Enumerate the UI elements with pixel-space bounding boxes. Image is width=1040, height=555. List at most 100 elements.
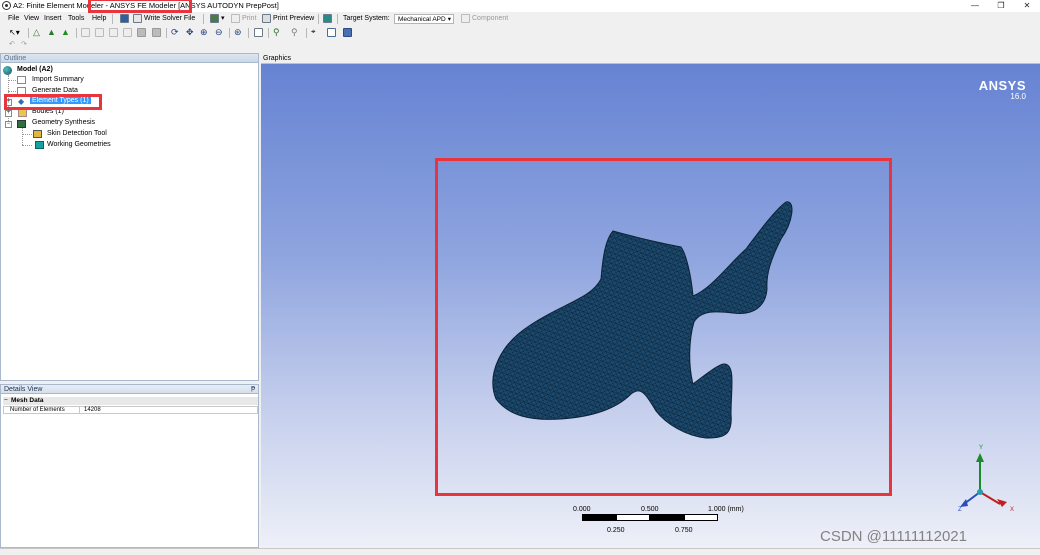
skin-detection-icon	[33, 130, 42, 138]
menu-insert[interactable]: Insert	[44, 15, 62, 22]
details-table: − Mesh Data Number of Elements 14208	[0, 394, 259, 548]
app-icon	[2, 1, 11, 10]
menu-tools[interactable]: Tools	[68, 15, 84, 22]
bodies-icon	[18, 109, 27, 117]
separator	[166, 28, 167, 38]
graphics-viewport[interactable]: ANSYS 16.0 0.000 0.500 1.000 (mm) 0.250 …	[261, 64, 1040, 548]
undo-icon[interactable]: ↶	[9, 40, 15, 48]
triad-y-arrow	[976, 453, 984, 462]
outline-title: Outline	[4, 55, 27, 62]
tree-connector	[22, 128, 23, 145]
tree-item-skin-detection-tool[interactable]: Skin Detection Tool	[47, 130, 107, 137]
camera-icon[interactable]	[323, 14, 332, 23]
working-geometries-icon	[35, 141, 44, 149]
show-all-icon[interactable]	[152, 28, 161, 37]
print-icon	[231, 14, 240, 23]
details-value: 14208	[84, 407, 101, 413]
tree-root-model[interactable]: Model (A2)	[17, 66, 53, 73]
scale-segment	[684, 514, 718, 521]
separator	[337, 14, 338, 24]
status-bar	[0, 548, 1040, 555]
menu-file[interactable]: File	[8, 15, 19, 22]
expand-bodies-icon[interactable]: +	[5, 110, 12, 117]
watermark: CSDN @11111112021	[820, 528, 967, 545]
menu-help[interactable]: Help	[92, 15, 106, 22]
outline-panel-header: Outline	[0, 53, 259, 63]
print-preview-icon	[262, 14, 271, 23]
triad-z-label: Z	[958, 507, 962, 513]
zoom-to-fit-icon[interactable]: ⊛	[234, 27, 242, 38]
tree-item-import-summary[interactable]: Import Summary	[32, 76, 84, 83]
box-select-icon[interactable]	[109, 28, 118, 37]
target-system-value: Mechanical APD	[398, 16, 446, 23]
select-mode-icon[interactable]: ↖▾	[9, 28, 20, 37]
details-key: Number of Elements	[4, 407, 80, 413]
box-zoom-icon[interactable]: ⊖	[215, 27, 223, 38]
node-select-icon[interactable]	[81, 28, 90, 37]
hide-icon[interactable]	[137, 28, 146, 37]
import-summary-icon	[17, 76, 26, 84]
pin-icon[interactable]: ᵽ	[251, 385, 255, 393]
menu-bar: File View Insert Tools Help Write Solver…	[0, 13, 1040, 26]
restore-button[interactable]: ❐	[988, 0, 1014, 12]
target-system-dropdown[interactable]: Mechanical APD ▾	[394, 14, 454, 24]
collapse-icon[interactable]: −	[4, 397, 8, 405]
shaded-view-icon[interactable]	[343, 28, 352, 37]
scale-label-0-75: 0.750	[675, 527, 693, 534]
scale-segment	[650, 514, 684, 521]
separator	[306, 28, 307, 38]
save-icon[interactable]	[120, 14, 129, 23]
print-button[interactable]: Print	[242, 15, 256, 22]
tree-connector	[22, 145, 32, 146]
rotate-icon[interactable]: ⟳	[171, 27, 179, 38]
details-title: Details View	[4, 386, 43, 393]
write-solver-file-icon	[133, 14, 142, 23]
tree-item-generate-data[interactable]: Generate Data	[32, 87, 78, 94]
component-button[interactable]: Component	[472, 15, 508, 22]
separator	[76, 28, 77, 38]
scale-label-1: 1.000 (mm)	[708, 506, 744, 513]
separator	[28, 28, 29, 38]
details-panel-header: Details View ᵽ	[0, 384, 259, 394]
axis-triad[interactable]	[956, 444, 1016, 514]
menu-view[interactable]: View	[24, 15, 39, 22]
minimize-button[interactable]: —	[962, 0, 988, 12]
iso-view-icon[interactable]: ⌖	[311, 27, 316, 37]
graphics-header: Graphics	[261, 53, 1040, 64]
write-solver-file-button[interactable]: Write Solver File	[144, 15, 195, 22]
details-row[interactable]: Number of Elements 14208	[3, 406, 258, 414]
magnifier-window-icon[interactable]	[254, 28, 263, 37]
element-select-icon[interactable]	[95, 28, 104, 37]
geometry-synthesis-icon	[17, 120, 26, 128]
separator	[318, 14, 319, 24]
close-button[interactable]: ✕	[1014, 0, 1040, 12]
tree-item-working-geometries[interactable]: Working Geometries	[47, 141, 111, 148]
graphics-title: Graphics	[263, 55, 292, 62]
title-highlight-box	[88, 0, 192, 13]
separator	[248, 28, 249, 38]
triad-x-axis	[979, 491, 1001, 505]
search-icon[interactable]: ⚲	[273, 27, 280, 38]
image-capture-icon[interactable]	[210, 14, 219, 23]
select-face-icon[interactable]: ▲	[47, 27, 56, 37]
previous-view-icon[interactable]: ⚲	[291, 27, 298, 38]
target-system-label: Target System:	[343, 15, 390, 22]
scale-label-0-5: 0.500	[641, 506, 659, 513]
separator	[229, 28, 230, 38]
wireframe-icon[interactable]	[327, 28, 336, 37]
collapse-geometry-synthesis-icon[interactable]: −	[5, 121, 12, 128]
outline-tree: Model (A2) Import Summary Generate Data …	[0, 63, 259, 381]
pan-icon[interactable]: ✥	[186, 27, 194, 38]
show-mesh-icon[interactable]	[123, 28, 132, 37]
separator	[268, 28, 269, 38]
print-preview-button[interactable]: Print Preview	[273, 15, 314, 22]
select-edge-icon[interactable]: ▲	[61, 27, 70, 37]
select-body-icon[interactable]: △	[33, 27, 40, 38]
model-highlight-box	[435, 158, 892, 496]
chevron-down-icon[interactable]: ▾	[221, 14, 225, 22]
zoom-icon[interactable]: ⊕	[200, 27, 208, 38]
tree-item-geometry-synthesis[interactable]: Geometry Synthesis	[32, 119, 95, 126]
undo-toolbar: ↶ ↷	[0, 40, 1040, 51]
details-group-mesh-data[interactable]: − Mesh Data	[3, 397, 258, 405]
redo-icon[interactable]: ↷	[21, 40, 27, 48]
